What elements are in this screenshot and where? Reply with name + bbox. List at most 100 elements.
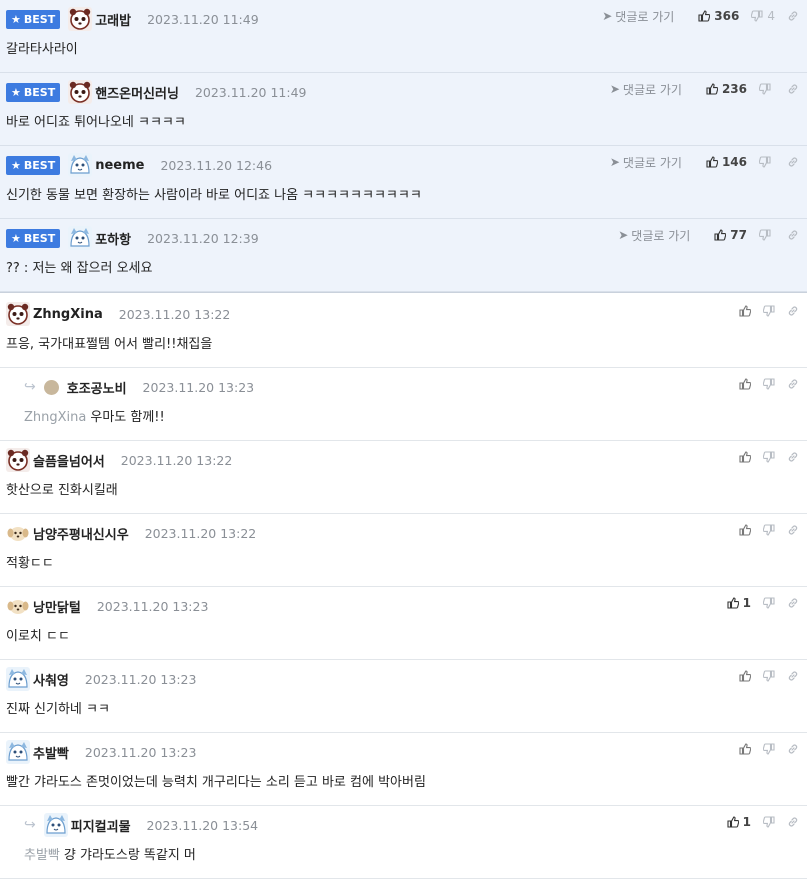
avatar[interactable] — [6, 594, 30, 618]
share-button[interactable] — [787, 378, 799, 390]
star-icon: ★ — [11, 12, 21, 26]
nickname[interactable]: 호조공노비 — [67, 378, 127, 397]
share-button[interactable] — [787, 229, 799, 241]
avatar[interactable] — [6, 521, 30, 545]
dislike-button[interactable]: 4 — [751, 9, 775, 23]
link-icon — [787, 451, 799, 463]
like-button[interactable]: 366 — [698, 9, 739, 23]
link-icon — [787, 305, 799, 317]
nickname[interactable]: 추발빡 — [33, 743, 69, 762]
share-button[interactable] — [787, 305, 799, 317]
reply-arrow-icon: ↪ — [24, 379, 36, 395]
link-icon — [787, 83, 799, 95]
dislike-button[interactable] — [763, 378, 775, 390]
comment-text-row: 이로치 ㄷㄷ — [6, 625, 70, 644]
thumbs-up-icon — [727, 816, 739, 828]
reply-target[interactable]: ZhngXina — [24, 410, 86, 425]
goto-comment-link[interactable]: ➤ 댓글로 가기 — [602, 8, 674, 25]
comment-actions — [727, 666, 799, 686]
nickname[interactable]: 남양주평내신시우 — [33, 524, 129, 543]
nickname[interactable]: 고래밥 — [95, 10, 131, 29]
thumbs-up-icon — [739, 305, 751, 317]
share-button[interactable] — [787, 597, 799, 609]
avatar[interactable] — [68, 153, 93, 177]
best-badge: ★ BEST — [6, 82, 61, 102]
comment-text-row: 빨간 갸라도스 존멋이었는데 능력치 개구리다는 소리 듣고 바로 컴에 박아버… — [6, 771, 426, 790]
dislike-button[interactable] — [759, 83, 775, 95]
dislike-button[interactable] — [763, 524, 775, 536]
comment-list: ↪ ZhngXina 2023.11.20 13:22 프응, 국가대표쩔템 어… — [0, 295, 807, 879]
thumbs-down-icon — [763, 597, 775, 609]
comment-text-row: ZhngXina 우마도 함께!! — [24, 406, 165, 425]
comment-item: ↪ 호조공노비 2023.11.20 13:23 ZhngXina 우마도 함께!… — [0, 368, 807, 441]
goto-comment-link[interactable]: ➤ 댓글로 가기 — [618, 227, 690, 244]
comment-header: ↪ 호조공노비 2023.11.20 13:23 — [24, 372, 254, 402]
share-button[interactable] — [787, 451, 799, 463]
goto-comment-link[interactable]: ➤ 댓글로 가기 — [610, 81, 682, 98]
nickname[interactable]: 사춰영 — [33, 670, 69, 689]
dislike-button[interactable] — [763, 743, 775, 755]
like-button[interactable] — [739, 378, 751, 390]
like-button[interactable]: 77 — [714, 228, 747, 242]
avatar[interactable] — [6, 448, 30, 472]
like-button[interactable]: 1 — [727, 596, 751, 610]
comment-date: 2023.11.20 13:23 — [96, 598, 209, 614]
best-badge: ★ BEST — [6, 155, 61, 175]
dislike-button[interactable] — [759, 229, 775, 241]
nickname[interactable]: 슬픔을넘어서 — [33, 451, 105, 470]
like-button[interactable]: 146 — [706, 155, 747, 169]
avatar[interactable] — [43, 813, 68, 837]
like-button[interactable]: 236 — [706, 82, 747, 96]
like-button[interactable] — [739, 670, 751, 682]
best-comment-item: ★ BEST 포하항 2023.11.20 12:39 ?? : 저는 왜 잡으러… — [0, 219, 807, 292]
best-comment-item: ★ BEST neeme 2023.11.20 12:46 신기한 동물 보면 환… — [0, 146, 807, 219]
comment-date: 2023.11.20 13:54 — [146, 817, 259, 833]
nickname[interactable]: neeme — [95, 158, 144, 173]
avatar[interactable] — [68, 7, 93, 31]
dislike-button[interactable] — [763, 451, 775, 463]
nickname[interactable]: 핸즈온머신러닝 — [95, 83, 179, 102]
like-count: 1 — [742, 596, 751, 610]
thumbs-down-icon — [763, 451, 775, 463]
share-button[interactable] — [787, 743, 799, 755]
share-button[interactable] — [787, 156, 799, 168]
avatar[interactable] — [6, 667, 30, 691]
comment-actions — [727, 739, 799, 759]
nickname[interactable]: ZhngXina — [33, 307, 103, 322]
like-count: 236 — [721, 82, 747, 96]
avatar[interactable] — [6, 302, 30, 326]
comment-date: 2023.11.20 12:39 — [147, 230, 259, 246]
avatar[interactable] — [6, 740, 30, 764]
avatar[interactable] — [43, 379, 59, 395]
avatar[interactable] — [68, 80, 93, 104]
thumbs-down-icon — [759, 156, 771, 168]
goto-comment-link[interactable]: ➤ 댓글로 가기 — [610, 154, 682, 171]
share-button[interactable] — [787, 10, 799, 22]
share-button[interactable] — [787, 670, 799, 682]
like-button[interactable] — [739, 524, 751, 536]
comment-actions — [727, 301, 799, 321]
dislike-button[interactable] — [763, 305, 775, 317]
dislike-button[interactable] — [763, 816, 775, 828]
comment-text: 핫산으로 진화시킬래 — [6, 483, 118, 498]
dislike-button[interactable] — [763, 670, 775, 682]
nickname[interactable]: 포하항 — [95, 229, 131, 248]
like-button[interactable] — [739, 743, 751, 755]
thumbs-down-icon — [763, 670, 775, 682]
nickname[interactable]: 낭만닭털 — [33, 597, 81, 616]
comment-actions — [727, 447, 799, 467]
dislike-button[interactable] — [759, 156, 775, 168]
like-button[interactable]: 1 — [727, 815, 751, 829]
share-button[interactable] — [787, 83, 799, 95]
comment-item: ↪ ZhngXina 2023.11.20 13:22 프응, 국가대표쩔템 어… — [0, 295, 807, 368]
comment-header: ↪ 추발빡 2023.11.20 13:23 — [6, 737, 196, 767]
like-button[interactable] — [739, 305, 751, 317]
reply-target[interactable]: 추발빡 — [24, 848, 60, 863]
nickname[interactable]: 피지컬괴물 — [71, 816, 131, 835]
avatar[interactable] — [68, 226, 93, 250]
like-button[interactable] — [739, 451, 751, 463]
comment-text: 빨간 갸라도스 존멋이었는데 능력치 개구리다는 소리 듣고 바로 컴에 박아버… — [6, 775, 426, 790]
share-button[interactable] — [787, 524, 799, 536]
dislike-button[interactable] — [763, 597, 775, 609]
share-button[interactable] — [787, 816, 799, 828]
